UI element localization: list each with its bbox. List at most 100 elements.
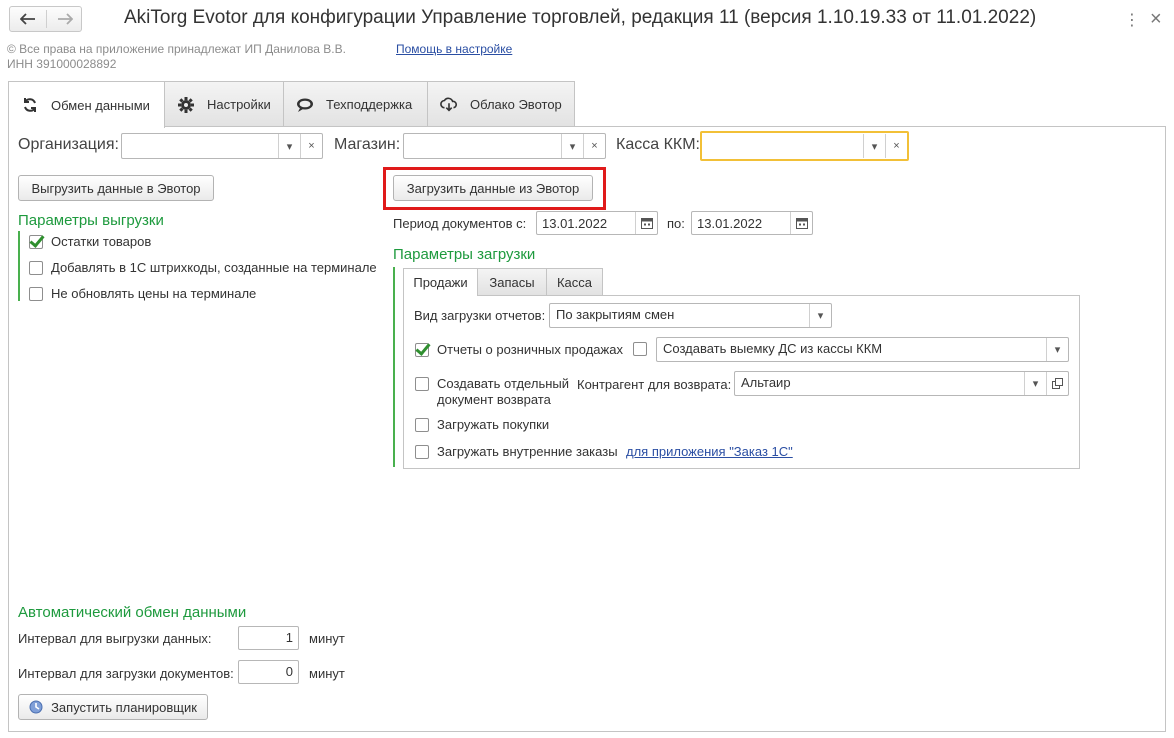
checkbox-label: Создавать отдельный — [437, 376, 569, 391]
orders-app-link[interactable]: для приложения "Заказ 1С" — [626, 444, 793, 459]
export-interval-label: Интервал для выгрузки данных: — [18, 631, 212, 646]
subtab-cash[interactable]: Касса — [546, 268, 603, 295]
separate-return-option[interactable]: Создавать отдельный — [415, 376, 569, 391]
checkbox-label: Не обновлять цены на терминале — [51, 286, 257, 301]
export-option-prices[interactable]: Не обновлять цены на терминале — [29, 286, 256, 301]
retail-reports-option[interactable]: Отчеты о розничных продажах — [415, 342, 623, 357]
import-params-title: Параметры загрузки — [393, 246, 536, 263]
organization-label: Организация: — [18, 136, 119, 153]
cloud-download-icon — [440, 96, 458, 114]
forward-button[interactable] — [47, 7, 83, 31]
export-to-evotor-button[interactable]: Выгрузить данные в Эвотор — [18, 175, 214, 201]
date-from-field[interactable]: 13.01.2022 — [536, 211, 658, 235]
clear-icon[interactable]: × — [300, 134, 322, 158]
checkbox[interactable] — [29, 260, 43, 275]
back-button[interactable] — [10, 7, 46, 31]
chevron-down-icon[interactable]: ▾ — [863, 134, 885, 158]
tab-cloud[interactable]: Облако Эвотор — [427, 81, 575, 127]
window-title: AkiTorg Evotor для конфигурации Управлен… — [124, 7, 1037, 28]
date-to-value: 13.01.2022 — [697, 216, 763, 231]
open-icon[interactable] — [1046, 372, 1068, 395]
load-orders-option[interactable]: Загружать внутренние заказы — [415, 444, 618, 459]
section-bar — [18, 231, 20, 301]
tab-label: Обмен данными — [51, 97, 150, 113]
close-icon[interactable]: × — [1150, 8, 1162, 31]
kkm-label: Касса ККМ: — [616, 136, 700, 153]
import-interval-label: Интервал для загрузки документов: — [18, 666, 234, 681]
clear-icon[interactable]: × — [583, 134, 605, 158]
export-interval-input[interactable]: 1 — [238, 626, 299, 650]
scheduler-icon — [29, 700, 43, 714]
chevron-down-icon[interactable]: ▾ — [1024, 372, 1046, 395]
tab-label: Техподдержка — [326, 97, 413, 112]
counterparty-field[interactable]: Альтаир ▾ — [734, 371, 1069, 396]
checkbox[interactable] — [415, 376, 429, 391]
import-from-evotor-button[interactable]: Загрузить данные из Эвотор — [393, 175, 593, 201]
checkbox-label: Загружать покупки — [437, 417, 550, 432]
checkbox-label: Добавлять в 1С штрихкоды, созданные на т… — [51, 260, 377, 275]
kkm-field[interactable]: ▾ × — [700, 131, 909, 161]
store-label: Магазин: — [334, 136, 401, 153]
section-bar — [393, 267, 395, 467]
checkbox[interactable] — [415, 342, 429, 357]
tab-label: Облако Эвотор — [470, 97, 562, 112]
export-params-title: Параметры выгрузки — [18, 212, 164, 229]
sync-icon — [21, 96, 39, 114]
arrow-left-icon — [20, 13, 35, 25]
organization-field[interactable]: ▾ × — [121, 133, 323, 159]
load-purchases-option[interactable]: Загружать покупки — [415, 417, 549, 432]
copyright-line: © Все права на приложение принадлежат ИП… — [7, 42, 346, 56]
tab-label: Настройки — [207, 97, 271, 112]
checkbox-label: Отчеты о розничных продажах — [437, 342, 623, 357]
checkbox-label: Остатки товаров — [51, 234, 152, 249]
report-type-select[interactable]: По закрытиям смен ▾ — [549, 303, 832, 328]
checkbox[interactable] — [415, 417, 429, 432]
checkbox[interactable] — [633, 342, 647, 356]
date-to-field[interactable]: 13.01.2022 — [691, 211, 813, 235]
import-interval-input[interactable]: 0 — [238, 660, 299, 684]
chevron-down-icon[interactable]: ▾ — [278, 134, 300, 158]
withdrawal-select[interactable]: Создавать выемку ДС из кассы ККМ ▾ — [656, 337, 1069, 362]
withdrawal-value: Создавать выемку ДС из кассы ККМ — [663, 341, 883, 356]
clear-icon[interactable]: × — [885, 134, 907, 158]
checkbox[interactable] — [29, 286, 43, 301]
import-interval-unit: минут — [309, 666, 345, 681]
tab-support[interactable]: Техподдержка — [283, 81, 428, 127]
report-type-label: Вид загрузки отчетов: — [414, 308, 546, 323]
checkbox[interactable] — [29, 234, 43, 249]
date-from-value: 13.01.2022 — [542, 216, 608, 231]
help-link[interactable]: Помощь в настройке — [396, 42, 512, 56]
chevron-down-icon[interactable]: ▾ — [561, 134, 583, 158]
counterparty-label: Контрагент для возврата: — [577, 377, 732, 392]
withdrawal-option[interactable] — [633, 342, 655, 356]
subtab-stock[interactable]: Запасы — [477, 268, 547, 295]
arrow-right-icon — [58, 13, 73, 25]
checkbox[interactable] — [415, 444, 429, 459]
tab-settings[interactable]: Настройки — [164, 81, 284, 127]
chat-icon — [296, 96, 314, 114]
chevron-down-icon[interactable]: ▾ — [809, 304, 831, 327]
import-subtabs: Продажи Запасы Касса — [403, 268, 1083, 296]
export-interval-unit: минут — [309, 631, 345, 646]
inn-line: ИНН 391000028892 — [7, 57, 117, 71]
history-nav — [9, 6, 82, 32]
copyright-info: © Все права на приложение принадлежат ИП… — [7, 42, 346, 72]
more-menu-icon[interactable]: ⋮ — [1124, 10, 1140, 30]
export-option-barcodes[interactable]: Добавлять в 1С штрихкоды, созданные на т… — [29, 260, 377, 275]
separate-return-label-2: документ возврата — [437, 392, 551, 407]
auto-exchange-title: Автоматический обмен данными — [18, 604, 247, 621]
store-field[interactable]: ▾ × — [403, 133, 606, 159]
gear-icon — [177, 96, 195, 114]
checkbox-label: Загружать внутренние заказы — [437, 444, 618, 459]
chevron-down-icon[interactable]: ▾ — [1046, 338, 1068, 361]
button-label: Запустить планировщик — [51, 699, 197, 715]
export-option-stock[interactable]: Остатки товаров — [29, 234, 151, 249]
calendar-icon[interactable] — [790, 212, 812, 234]
counterparty-value: Альтаир — [741, 375, 791, 390]
start-scheduler-button[interactable]: Запустить планировщик — [18, 694, 208, 720]
calendar-icon[interactable] — [635, 212, 657, 234]
subtab-sales[interactable]: Продажи — [403, 268, 478, 296]
report-type-value: По закрытиям смен — [556, 307, 675, 322]
tab-exchange[interactable]: Обмен данными — [8, 81, 165, 128]
to-label: по: — [667, 216, 685, 231]
